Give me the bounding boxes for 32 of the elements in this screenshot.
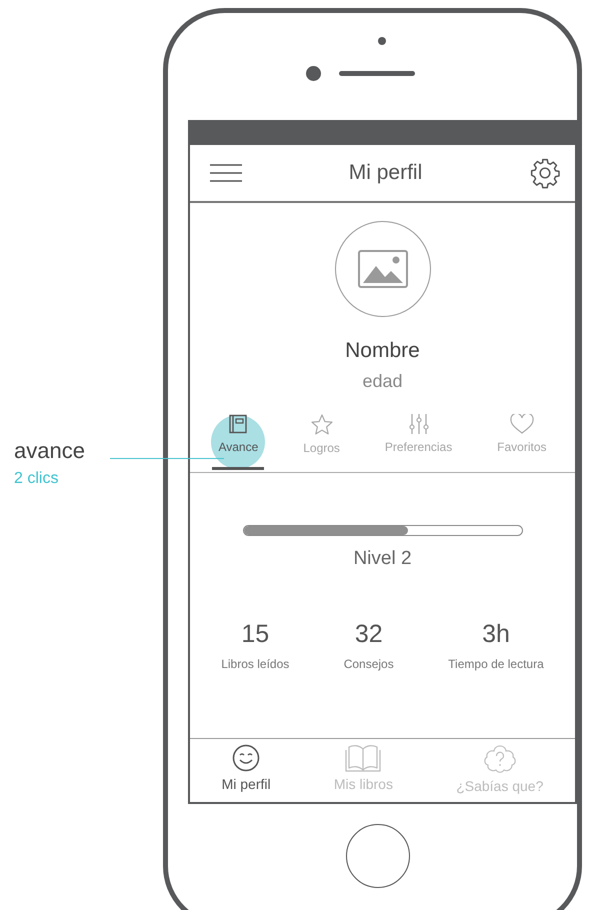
- screen-title: Mi perfil: [348, 161, 422, 185]
- stat-label: Tiempo de lectura: [448, 657, 544, 671]
- notebook-icon: [228, 414, 248, 434]
- level-label: Nivel 2: [353, 548, 412, 570]
- camera-dot: [378, 37, 386, 45]
- profile-name: Nombre: [345, 339, 420, 363]
- sliders-icon: [408, 414, 429, 434]
- profile-tab[interactable]: Favoritos: [491, 414, 553, 470]
- profile-tab[interactable]: Avance: [212, 414, 264, 470]
- star-icon: [310, 414, 333, 435]
- stat-value: 3h: [482, 620, 510, 649]
- image-icon: [358, 250, 408, 288]
- profile-tab[interactable]: Preferencias: [378, 414, 458, 470]
- annotation-label: avance: [14, 438, 85, 464]
- nav-item[interactable]: ¿Sabías que?: [456, 739, 544, 802]
- settings-icon[interactable]: [528, 157, 561, 189]
- stat-label: Libros leídos: [221, 657, 290, 671]
- nav-item[interactable]: Mis libros: [334, 739, 393, 802]
- nav-item[interactable]: Mi perfil: [222, 739, 271, 802]
- open-book-icon: [345, 744, 382, 772]
- sensor-dot: [306, 66, 321, 81]
- profile-age: edad: [362, 371, 403, 392]
- heart-icon: [510, 414, 534, 434]
- profile-tab[interactable]: Logros: [297, 414, 346, 470]
- home-button[interactable]: [346, 824, 410, 888]
- stat-value: 32: [354, 620, 383, 649]
- smiley-icon: [232, 744, 260, 772]
- stat-value: 15: [241, 620, 270, 649]
- question-cloud-icon: [484, 744, 516, 774]
- menu-icon[interactable]: [210, 164, 242, 182]
- stat-label: Consejos: [344, 657, 394, 671]
- annotation-note: 2 clics: [14, 470, 60, 488]
